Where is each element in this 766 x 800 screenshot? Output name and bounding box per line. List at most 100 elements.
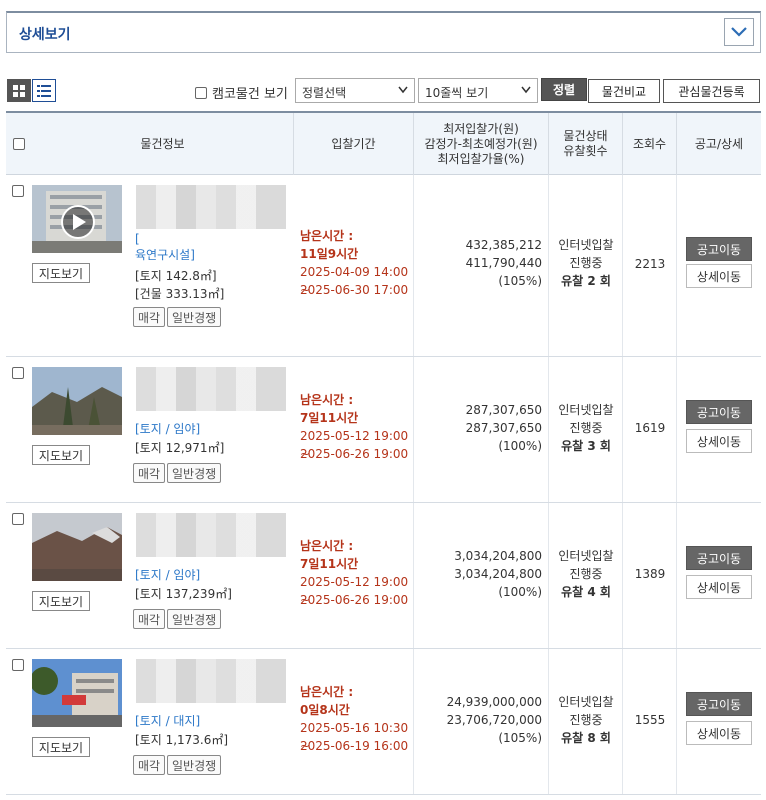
list-view-button[interactable]	[32, 79, 56, 102]
notice-button[interactable]: 공고이동	[686, 692, 752, 716]
detail-button[interactable]: 상세이동	[686, 429, 752, 453]
price-cell: 3,034,204,800 3,034,204,800 (100%)	[414, 503, 549, 648]
fail-count: 유찰 3 회	[561, 439, 611, 453]
header-period: 입찰기간	[294, 113, 414, 175]
progress-state: 진행중	[569, 713, 603, 727]
compare-button[interactable]: 물건비교	[588, 79, 660, 103]
category-label[interactable]: [토지 / 임야]	[135, 567, 200, 584]
notice-button[interactable]: 공고이동	[686, 237, 752, 261]
detail-button[interactable]: 상세이동	[686, 264, 752, 288]
building-photo	[32, 185, 122, 253]
camco-label: 캠코물건 보기	[212, 87, 288, 102]
price-cell: 24,939,000,000 23,706,720,000 (105%)	[414, 649, 549, 794]
map-view-button[interactable]: 지도보기	[32, 263, 90, 283]
min-price: 432,385,212	[465, 238, 542, 252]
status-cell: 인터넷입찰 진행중 유찰 2 회	[549, 175, 623, 356]
remain-value: 0일8시간	[300, 703, 350, 717]
header-period-label: 입찰기간	[331, 136, 376, 151]
mountain-photo	[32, 513, 122, 581]
camco-checkbox[interactable]	[195, 86, 207, 99]
period-cell: 남은시간 : 7일11시간 2025-05-12 19:00 ~ 2025-06…	[294, 503, 414, 648]
bid-type-tag: 일반경쟁	[167, 463, 222, 483]
appraisal-price: 23,706,720,000	[446, 713, 542, 727]
chevron-down-icon	[521, 86, 531, 94]
rows-per-page-select[interactable]: 10줄씩 보기	[418, 78, 538, 103]
forest-photo	[32, 367, 122, 435]
grid-view-button[interactable]	[7, 79, 31, 102]
table-row: [토지 / 임야] 지도보기 [토지 137,239㎡] 매각 일반경쟁 남은시…	[6, 503, 761, 649]
add-favorite-button[interactable]: 관심물건등록	[663, 79, 760, 103]
period-cell: 남은시간 : 7일11시간 2025-05-12 19:00 ~ 2025-06…	[294, 357, 414, 502]
rows-select-value: 10줄씩 보기	[425, 86, 489, 100]
action-cell: 공고이동 상세이동	[677, 175, 761, 356]
header-status-line1: 물건상태	[563, 129, 608, 143]
chevron-down-icon	[731, 27, 747, 37]
header-price-line2: 감정가-최초예정가(원)	[424, 136, 538, 151]
sale-type-tag: 매각	[133, 307, 166, 327]
category-label-2[interactable]: 육연구시설]	[135, 247, 195, 264]
bid-method: 인터넷입찰	[558, 549, 614, 563]
header-status: 물건상태 유찰횟수	[549, 113, 623, 175]
property-thumbnail[interactable]	[32, 659, 122, 727]
map-view-button[interactable]: 지도보기	[32, 445, 90, 465]
row-checkbox[interactable]	[12, 659, 24, 671]
header-notice: 공고/상세	[677, 113, 761, 175]
prices: 287,307,650 287,307,650 (100%)	[466, 401, 542, 455]
table-row: [토지 / 임야] 지도보기 [토지 12,971㎡] 매각 일반경쟁 남은시간…	[6, 357, 761, 503]
min-price: 24,939,000,000	[446, 695, 542, 709]
appraisal-price: 287,307,650	[465, 421, 542, 435]
grid-icon	[13, 84, 25, 97]
map-view-button[interactable]: 지도보기	[32, 591, 90, 611]
row-checkbox[interactable]	[12, 367, 24, 379]
action-cell: 공고이동 상세이동	[677, 503, 761, 648]
prices: 432,385,212 411,790,440 (105%)	[466, 236, 542, 290]
table-row: [토지 / 대지] 지도보기 [토지 1,173.6㎡] 매각 일반경쟁 남은시…	[6, 649, 761, 795]
street-photo	[32, 659, 122, 727]
detail-button[interactable]: 상세이동	[686, 721, 752, 745]
bid-type-tag: 일반경쟁	[167, 755, 222, 775]
camco-filter[interactable]: 캠코물건 보기	[195, 83, 288, 102]
list-toolbar: 캠코물건 보기 정렬선택 10줄씩 보기 정렬 물건비교 관심물건등록	[6, 78, 761, 104]
price-rate: (105%)	[498, 274, 542, 288]
fail-count: 유찰 2 회	[561, 274, 611, 288]
select-all-checkbox[interactable]	[13, 138, 25, 150]
status: 인터넷입찰 진행중 유찰 3 회	[549, 401, 623, 455]
land-area: [토지 1,173.6㎡]	[135, 733, 229, 747]
category-label[interactable]: [토지 / 대지]	[135, 713, 200, 730]
price-cell: 432,385,212 411,790,440 (105%)	[414, 175, 549, 356]
table-header: 물건정보 입찰기간 최저입찰가(원) 감정가-최초예정가(원) 최저입찰가율(%…	[6, 113, 761, 175]
price-rate: (100%)	[498, 439, 542, 453]
remain-label: 남은시간 :	[300, 685, 354, 699]
category-label[interactable]: [토지 / 임야]	[135, 421, 200, 438]
notice-button[interactable]: 공고이동	[686, 546, 752, 570]
property-thumbnail[interactable]	[32, 513, 122, 581]
appraisal-price: 3,034,204,800	[454, 567, 542, 581]
fail-count: 유찰 4 회	[561, 585, 611, 599]
property-thumbnail[interactable]	[32, 185, 122, 253]
min-price: 3,034,204,800	[454, 549, 542, 563]
action-cell: 공고이동 상세이동	[677, 357, 761, 502]
progress-state: 진행중	[569, 567, 603, 581]
bid-type-tag: 일반경쟁	[167, 307, 222, 327]
land-area: [토지 142.8㎡]	[135, 269, 217, 283]
view-count: 1555	[634, 713, 666, 727]
detail-button[interactable]: 상세이동	[686, 575, 752, 599]
header-price-line1: 최저입찰가(원)	[443, 121, 519, 136]
remain-value: 7일11시간	[300, 557, 359, 571]
notice-button[interactable]: 공고이동	[686, 400, 752, 424]
category-label: [	[135, 232, 140, 246]
chevron-down-icon	[398, 86, 408, 94]
expand-toggle-button[interactable]	[724, 18, 754, 46]
progress-state: 진행중	[569, 256, 603, 270]
bid-type-tag: 일반경쟁	[167, 609, 222, 629]
property-thumbnail[interactable]	[32, 367, 122, 435]
map-view-button[interactable]: 지도보기	[32, 737, 90, 757]
sort-button[interactable]: 정렬	[541, 78, 587, 101]
row-checkbox[interactable]	[12, 513, 24, 525]
remain-value: 7일11시간	[300, 411, 359, 425]
appraisal-price: 411,790,440	[465, 256, 542, 270]
progress-state: 진행중	[569, 421, 603, 435]
bid-method: 인터넷입찰	[558, 695, 614, 709]
row-checkbox[interactable]	[12, 185, 24, 197]
sort-select[interactable]: 정렬선택	[295, 78, 415, 103]
